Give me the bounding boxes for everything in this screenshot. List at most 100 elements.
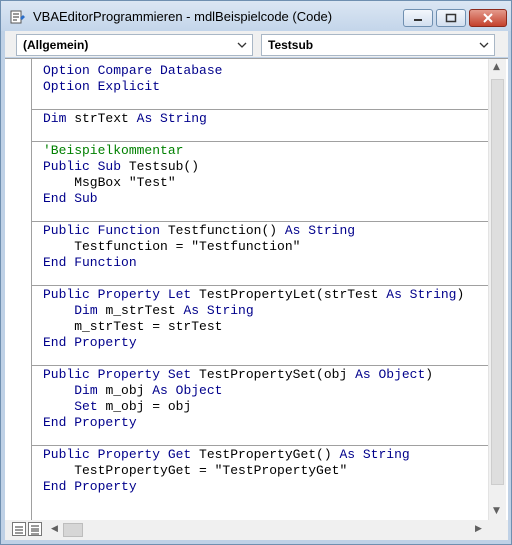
minimize-icon bbox=[414, 19, 422, 21]
code-line[interactable]: End Property bbox=[43, 335, 137, 351]
maximize-button[interactable] bbox=[436, 9, 466, 27]
code-token: Testsub() bbox=[128, 159, 200, 174]
code-line[interactable]: 'Beispielkommentar bbox=[43, 143, 183, 159]
keyword-token: End Property bbox=[43, 335, 137, 350]
code-window: VBAEditorProgrammieren - mdlBeispielcode… bbox=[0, 0, 512, 545]
code-line[interactable]: Testfunction = "Testfunction" bbox=[43, 239, 300, 255]
keyword-token: Public Property Set bbox=[43, 367, 200, 382]
keyword-token: As String bbox=[136, 111, 207, 126]
keyword-token: Public Function bbox=[43, 223, 168, 238]
procedure-separator bbox=[32, 445, 488, 446]
keyword-token: As String bbox=[183, 303, 254, 318]
keyword-token: Set bbox=[74, 399, 106, 414]
object-dropdown[interactable]: (Allgemein) bbox=[16, 34, 253, 56]
procedure-separator bbox=[32, 285, 488, 286]
code-editor[interactable]: Option Compare Database Option Explicit Di… bbox=[32, 59, 488, 520]
full-module-view-button[interactable] bbox=[28, 522, 42, 536]
keyword-token: As String bbox=[339, 447, 410, 462]
keyword-token: As String bbox=[284, 223, 356, 238]
code-line[interactable]: Set m_obj = obj bbox=[43, 399, 191, 415]
keyword-token: End Property bbox=[43, 479, 137, 494]
editor-frame: Option Compare Database Option Explicit Di… bbox=[5, 58, 508, 540]
code-line[interactable]: End Sub bbox=[43, 191, 98, 207]
code-line[interactable]: Public Property Set TestPropertySet(obj … bbox=[43, 367, 433, 383]
code-token: ) bbox=[425, 367, 434, 382]
keyword-token: As Object bbox=[355, 367, 426, 382]
code-token: Testfunction() bbox=[167, 223, 285, 238]
code-line[interactable]: End Function bbox=[43, 255, 137, 271]
object-dropdown-value: (Allgemein) bbox=[23, 38, 89, 52]
margin-indicator-bar[interactable] bbox=[5, 59, 32, 520]
code-token: MsgBox "Test" bbox=[43, 175, 176, 190]
vertical-scroll-thumb[interactable] bbox=[491, 79, 504, 485]
code-line[interactable]: Public Property Let TestPropertyLet(strT… bbox=[43, 287, 464, 303]
code-token: ) bbox=[456, 287, 465, 302]
code-token: strText bbox=[74, 111, 137, 126]
code-line[interactable]: End Property bbox=[43, 479, 137, 495]
code-line[interactable]: Public Property Get TestPropertyGet() As… bbox=[43, 447, 410, 463]
code-token: m_obj bbox=[105, 383, 153, 398]
procedure-separator bbox=[32, 109, 488, 110]
code-line[interactable]: Dim m_strTest As String bbox=[43, 303, 254, 319]
keyword-token: Dim bbox=[43, 111, 75, 126]
procedure-dropdown[interactable]: Testsub bbox=[261, 34, 495, 56]
title-bar[interactable]: VBAEditorProgrammieren - mdlBeispielcode… bbox=[1, 1, 511, 31]
procedure-view-button[interactable] bbox=[12, 522, 26, 536]
code-token: TestPropertySet(obj bbox=[199, 367, 356, 382]
code-token: TestPropertyLet(strTest bbox=[199, 287, 387, 302]
procedure-dropdown-value: Testsub bbox=[268, 38, 314, 52]
keyword-token: Dim bbox=[74, 303, 106, 318]
code-token: m_strTest bbox=[105, 303, 184, 318]
keyword-token: Public Sub bbox=[43, 159, 129, 174]
size-grip[interactable] bbox=[488, 520, 506, 540]
code-line[interactable]: Option Compare Database bbox=[43, 63, 222, 79]
code-line[interactable]: TestPropertyGet = "TestPropertyGet" bbox=[43, 463, 347, 479]
code-token: m_obj = obj bbox=[105, 399, 192, 414]
vertical-scrollbar[interactable]: ▲ ▼ bbox=[488, 59, 506, 520]
scroll-left-icon[interactable]: ◀ bbox=[51, 524, 58, 534]
keyword-token: Public Property Let bbox=[43, 287, 200, 302]
minimize-button[interactable] bbox=[403, 9, 433, 27]
keyword-token: End Function bbox=[43, 255, 137, 270]
horizontal-scroll-thumb[interactable] bbox=[63, 523, 83, 537]
chevron-down-icon bbox=[479, 42, 489, 48]
maximize-icon bbox=[445, 13, 457, 23]
code-line[interactable]: Dim m_obj As Object bbox=[43, 383, 222, 399]
keyword-token: Public Property Get bbox=[43, 447, 200, 462]
scroll-right-icon[interactable]: ▶ bbox=[475, 524, 482, 534]
code-token: TestPropertyGet = "TestPropertyGet" bbox=[43, 463, 348, 478]
close-icon bbox=[483, 13, 493, 23]
code-line[interactable]: Public Sub Testsub() bbox=[43, 159, 199, 175]
code-line[interactable]: Dim strText As String bbox=[43, 111, 207, 127]
keyword-token: Dim bbox=[74, 383, 106, 398]
keyword-token: As String bbox=[386, 287, 457, 302]
code-line[interactable]: m_strTest = strTest bbox=[43, 319, 222, 335]
keyword-token: End Property bbox=[43, 415, 137, 430]
procedure-separator bbox=[32, 141, 488, 142]
vba-module-icon bbox=[10, 10, 25, 24]
comment-token: 'Beispielkommentar bbox=[43, 143, 184, 158]
keyword-token: As Object bbox=[152, 383, 223, 398]
scroll-up-icon[interactable]: ▲ bbox=[493, 62, 500, 72]
keyword-token: End Sub bbox=[43, 191, 98, 206]
code-line[interactable]: End Property bbox=[43, 415, 137, 431]
procedure-view-icon bbox=[15, 526, 23, 534]
close-button[interactable] bbox=[469, 9, 507, 27]
horizontal-scrollbar[interactable]: ◀ ▶ bbox=[47, 520, 488, 540]
procedure-separator bbox=[32, 221, 488, 222]
code-token: m_strTest = strTest bbox=[43, 319, 223, 334]
code-token: TestPropertyGet() bbox=[199, 447, 340, 462]
code-line[interactable]: MsgBox "Test" bbox=[43, 175, 176, 191]
scroll-down-icon[interactable]: ▼ bbox=[493, 506, 500, 516]
keyword-token: Option Compare Database bbox=[43, 63, 223, 78]
keyword-token: Option Explicit bbox=[43, 79, 161, 94]
full-module-view-icon bbox=[31, 525, 39, 535]
code-line[interactable]: Option Explicit bbox=[43, 79, 160, 95]
code-line[interactable]: Public Function Testfunction() As String bbox=[43, 223, 355, 239]
chevron-down-icon bbox=[237, 42, 247, 48]
procedure-separator bbox=[32, 365, 488, 366]
window-title: VBAEditorProgrammieren - mdlBeispielcode… bbox=[33, 9, 333, 24]
